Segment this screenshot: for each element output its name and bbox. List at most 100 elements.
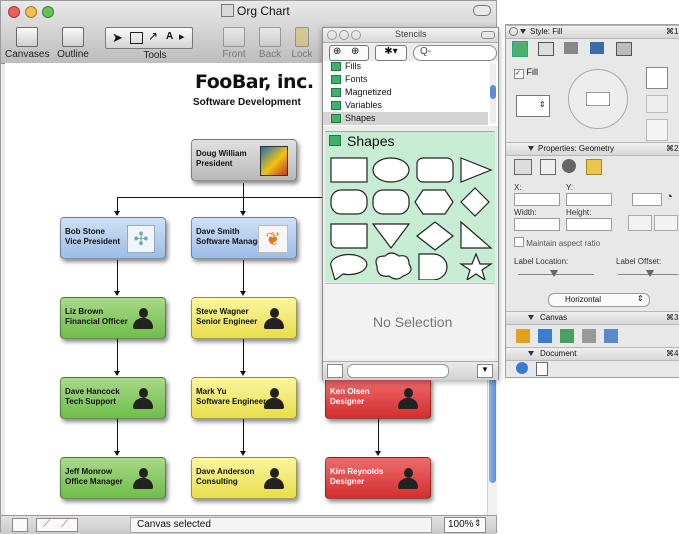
line-style-selector[interactable]: ⟋ ⟋	[36, 518, 78, 532]
zoom-button[interactable]	[42, 6, 54, 18]
toolbar-toggle-button[interactable]	[473, 5, 491, 16]
aspect-checkbox[interactable]	[514, 237, 524, 247]
width-field[interactable]	[514, 218, 560, 231]
layout-icon[interactable]	[560, 329, 574, 343]
scroll-thumb[interactable]	[490, 85, 496, 99]
right-triangle-shape[interactable]	[460, 220, 493, 249]
document-header[interactable]: Document ⌘4	[506, 347, 679, 361]
stroke-tab-icon[interactable]	[538, 42, 554, 56]
cloud-shape[interactable]	[375, 252, 412, 280]
org-node[interactable]: Jeff Monrow Office Manager	[60, 457, 166, 499]
color-swatch-top[interactable]	[646, 67, 668, 89]
minimize-button[interactable]	[339, 30, 349, 40]
panel-toggle-button[interactable]	[481, 31, 495, 39]
back-button[interactable]: Back	[253, 27, 287, 60]
org-node[interactable]: Liz Brown Financial Officer	[60, 297, 166, 339]
diagram-layout-icon[interactable]	[604, 329, 618, 343]
rhombus-shape[interactable]	[416, 221, 454, 251]
label-location-slider[interactable]	[518, 270, 594, 277]
stencil-item-magnetized[interactable]: Magnetized	[331, 87, 392, 97]
close-button[interactable]	[327, 30, 337, 40]
speech-bubble-shape[interactable]	[330, 253, 368, 280]
shape-tool-icon[interactable]	[130, 32, 143, 44]
filter-field[interactable]	[347, 364, 449, 378]
fill-tab-icon[interactable]	[512, 41, 528, 57]
text-tab-icon[interactable]	[616, 42, 632, 56]
orientation-popup[interactable]: Horizontal ⇕	[548, 293, 650, 307]
fill-checkbox-row[interactable]: ✓ Fill	[514, 67, 538, 79]
color-swatch-bottom[interactable]	[646, 119, 668, 141]
line-tool-icon[interactable]: ↗	[148, 29, 158, 43]
d-shape[interactable]	[418, 253, 448, 280]
stencil-menu-button[interactable]: ▼	[477, 364, 493, 378]
shadow-tab-icon[interactable]	[564, 42, 578, 54]
connections-tab-icon[interactable]	[540, 159, 556, 175]
org-node[interactable]: Steve Wagner Senior Engineer	[191, 297, 297, 339]
slider-knob[interactable]	[646, 270, 654, 277]
inverted-triangle-shape[interactable]	[371, 223, 411, 249]
style-fill-header[interactable]: Style: Fill ⌘1	[506, 25, 679, 39]
canvas-header[interactable]: Canvas ⌘3	[506, 311, 679, 325]
label-offset-slider[interactable]	[618, 270, 678, 277]
flip-vertical-button[interactable]	[654, 215, 678, 231]
tag-shape[interactable]	[330, 223, 368, 249]
rectangle-shape[interactable]	[330, 157, 368, 183]
x-field[interactable]	[514, 193, 560, 206]
rounded-rectangle-shape[interactable]	[416, 157, 454, 183]
document-icon[interactable]	[536, 362, 548, 376]
text-tool-icon[interactable]: A	[166, 31, 173, 42]
org-node[interactable]: Dave Anderson Consulting	[191, 457, 297, 499]
hexagon-shape[interactable]	[414, 189, 454, 215]
org-node[interactable]: Dave Hancock Tech Support	[60, 377, 166, 419]
rotation-dial-icon[interactable]: ◔	[666, 191, 673, 203]
action-menu-button[interactable]: ✱▾	[375, 45, 407, 61]
rotation-field[interactable]	[632, 193, 662, 206]
y-field[interactable]	[566, 193, 612, 206]
zoom-selector[interactable]: 100% ⇕	[444, 517, 486, 533]
close-button[interactable]	[8, 6, 20, 18]
stencil-list-scrollbar[interactable]	[490, 63, 496, 123]
org-node[interactable]: Bob Stone Vice President ✣	[60, 217, 166, 259]
gradient-angle-wheel[interactable]	[568, 69, 628, 129]
add-stencil-button[interactable]	[327, 364, 343, 378]
canvas-size-icon[interactable]	[516, 329, 530, 343]
close-button[interactable]	[509, 27, 518, 36]
stencil-item-fills[interactable]: Fills	[331, 61, 361, 71]
stencil-search-field[interactable]: Q-	[413, 45, 497, 61]
canvases-button[interactable]: Canvases	[5, 27, 49, 60]
lock-button[interactable]: Lock	[287, 27, 317, 60]
outline-button[interactable]: Outline	[51, 27, 95, 60]
magnifier-icon[interactable]	[516, 362, 528, 374]
slider-knob[interactable]	[550, 270, 558, 277]
org-node[interactable]: Doug William President	[191, 139, 297, 181]
geometry-header[interactable]: Properties: Geometry ⌘2	[506, 142, 679, 156]
canvas-sidebar-toggle[interactable]	[12, 518, 28, 532]
swap-colors-button[interactable]	[646, 95, 668, 113]
triangle-shape[interactable]	[460, 157, 493, 183]
zoom-button[interactable]	[351, 30, 361, 40]
more-tools-icon[interactable]: ▸	[179, 30, 185, 43]
org-node[interactable]: Mark Yu Software Engineer	[191, 377, 297, 419]
star-shape[interactable]	[459, 252, 493, 280]
grid-icon[interactable]	[538, 329, 552, 343]
flip-horizontal-button[interactable]	[628, 215, 652, 231]
fill-color-well[interactable]: ⇕	[516, 95, 550, 117]
geometry-tab-icon[interactable]	[514, 159, 532, 175]
pill-shape[interactable]	[330, 189, 368, 215]
height-field[interactable]	[566, 218, 612, 231]
notes-tab-icon[interactable]	[586, 159, 602, 175]
stencil-item-shapes[interactable]: Shapes	[323, 112, 488, 125]
aspect-ratio-row[interactable]: Maintain aspect ratio	[514, 237, 600, 248]
action-tab-icon[interactable]	[562, 159, 576, 173]
ellipse-shape[interactable]	[372, 157, 410, 183]
minimize-button[interactable]	[25, 6, 37, 18]
image-tab-icon[interactable]	[590, 42, 604, 54]
stencil-item-fonts[interactable]: Fonts	[331, 74, 368, 84]
stencil-item-variables[interactable]: Variables	[331, 100, 382, 110]
front-button[interactable]: Front	[217, 27, 251, 60]
pointer-tool-icon[interactable]: ➤	[112, 30, 123, 46]
org-node[interactable]: Kim Reynolds Designer	[325, 457, 431, 499]
diamond-shape[interactable]	[460, 187, 490, 217]
rounded-box-shape[interactable]	[372, 189, 410, 215]
shape-grid[interactable]	[327, 154, 495, 280]
